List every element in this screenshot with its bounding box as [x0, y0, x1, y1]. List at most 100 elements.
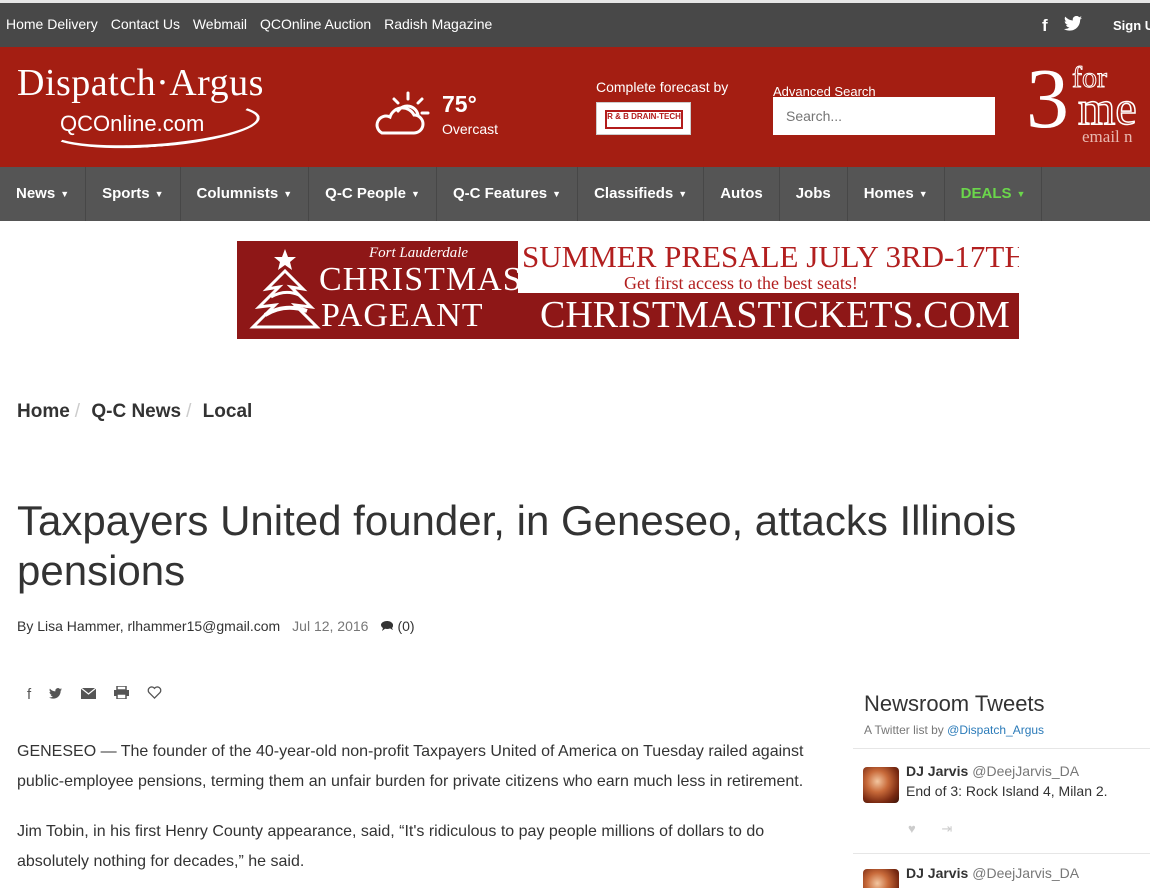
- christmas-tree-icon: [249, 249, 321, 329]
- ad-pageant: PAGEANT: [321, 297, 484, 334]
- ad-christmas: CHRISTMAS: [319, 261, 523, 298]
- comments-icon: [381, 621, 394, 631]
- tweets-subtitle-prefix: A Twitter list by: [864, 723, 944, 737]
- article-headline: Taxpayers United founder, in Geneseo, at…: [17, 497, 1017, 594]
- nav-qc-people[interactable]: Q-C People ▼: [309, 167, 437, 221]
- forecast-sponsor-logo[interactable]: R & B DRAIN-TECH: [596, 102, 691, 135]
- site-logo-title[interactable]: Dispatch·Argus: [17, 61, 264, 105]
- tweet-author-handle: @DeejJarvis_DA: [972, 865, 1080, 881]
- nav-label: Autos: [720, 185, 763, 202]
- nav-label: Jobs: [795, 185, 831, 202]
- nav-sports[interactable]: Sports ▼: [86, 167, 181, 221]
- forecast-sponsor-name: R & B DRAIN-TECH: [605, 110, 683, 129]
- promo-number[interactable]: 3: [1026, 55, 1069, 141]
- utility-bar: Home Delivery Contact Us Webmail QCOnlin…: [0, 0, 1150, 47]
- nav-label: Q-C Features: [452, 185, 548, 202]
- nav-label: DEALS: [960, 185, 1012, 202]
- utility-links: Home Delivery Contact Us Webmail QCOnlin…: [6, 16, 501, 32]
- caret-down-icon: ▼: [283, 189, 293, 199]
- link-webmail[interactable]: Webmail: [193, 16, 247, 32]
- comments-link[interactable]: (0): [380, 618, 415, 634]
- publish-date: Jul 12, 2016: [292, 618, 369, 634]
- avatar[interactable]: [863, 767, 899, 803]
- breadcrumb: Home / Q-C News / Local: [17, 401, 252, 423]
- author[interactable]: By Lisa Hammer, rlhammer15@gmail.com: [17, 618, 280, 634]
- twitter-list-owner-link[interactable]: @Dispatch_Argus: [947, 723, 1044, 737]
- signup-link[interactable]: Sign U: [1113, 18, 1150, 33]
- facebook-icon[interactable]: f: [1042, 16, 1048, 35]
- twitter-icon[interactable]: [1064, 15, 1083, 35]
- weather-condition: Overcast: [442, 121, 499, 137]
- caret-down-icon: ▼: [60, 189, 70, 199]
- link-contact-us[interactable]: Contact Us: [111, 16, 180, 32]
- article-paragraph: Jim Tobin, in his first Henry County app…: [17, 823, 765, 870]
- nav-label: Q-C People: [325, 185, 407, 202]
- divider: [853, 748, 1150, 749]
- ad-first-access: Get first access to the best seats!: [624, 273, 858, 293]
- tweet-author-handle: @DeejJarvis_DA: [972, 763, 1080, 779]
- nav-news[interactable]: News ▼: [0, 167, 87, 221]
- nav-label: Homes: [863, 185, 914, 202]
- search-input[interactable]: [773, 97, 995, 135]
- article-byline: By Lisa Hammer, rlhammer15@gmail.com Jul …: [17, 618, 415, 634]
- tweet-actions: ♥ ⇥: [908, 821, 974, 837]
- avatar[interactable]: [863, 869, 899, 888]
- breadcrumb-separator: /: [186, 401, 192, 422]
- breadcrumb-separator: /: [74, 401, 81, 422]
- tweet-author[interactable]: DJ Jarvis @DeejJarvis_DA: [906, 763, 1079, 779]
- comments-count: (0): [397, 618, 415, 634]
- nav-jobs[interactable]: Jobs: [780, 167, 848, 221]
- tweet-author-name: DJ Jarvis: [906, 865, 969, 881]
- main-nav: News ▼ Sports ▼ Columnists ▼ Q-C People ▼ Q-…: [0, 167, 1150, 221]
- nav-homes[interactable]: Homes ▼: [848, 167, 945, 221]
- nav-label: News: [16, 185, 56, 202]
- ad-site: CHRISTMASTICKETS.COM: [540, 294, 1010, 336]
- nav-qc-features[interactable]: Q-C Features ▼: [437, 167, 579, 221]
- print-icon[interactable]: [113, 685, 129, 703]
- heart-icon[interactable]: [147, 686, 162, 703]
- share-bar: f: [27, 685, 176, 703]
- banner-ad[interactable]: Fort Lauderdale CHRISTMAS PAGEANT SUMMER…: [237, 241, 1019, 339]
- tweet-text: End of 3: Rock Island 4, Milan 2.: [906, 783, 1108, 799]
- nav-columnists[interactable]: Columnists ▼: [181, 167, 310, 221]
- site-logo-subtitle[interactable]: QCOnline.com: [60, 111, 204, 137]
- nav-autos[interactable]: Autos: [704, 167, 780, 221]
- divider: [853, 853, 1150, 854]
- twitter-share-icon[interactable]: [49, 686, 63, 703]
- nav-deals[interactable]: DEALS ▼: [945, 167, 1043, 221]
- ad-presale: SUMMER PRESALE JULY 3RD-17TH: [522, 241, 1019, 274]
- nav-label: Sports: [102, 185, 150, 202]
- caret-down-icon: ▼: [411, 189, 420, 199]
- tweet-author[interactable]: DJ Jarvis @DeejJarvis_DA: [906, 865, 1079, 881]
- link-home-delivery[interactable]: Home Delivery: [6, 16, 98, 32]
- article-body: GENESEO — The founder of the 40-year-old…: [17, 737, 817, 888]
- link-auction[interactable]: QCOnline Auction: [260, 16, 371, 32]
- social-icons: f: [1042, 15, 1083, 36]
- nav-classifieds[interactable]: Classifieds ▼: [578, 167, 705, 221]
- like-icon[interactable]: ♥: [908, 821, 916, 836]
- caret-down-icon: ▼: [918, 189, 928, 199]
- promo-email: email n: [1082, 127, 1133, 146]
- breadcrumb-local[interactable]: Local: [203, 401, 253, 422]
- ad-location: Fort Lauderdale: [369, 245, 469, 261]
- newsroom-tweets: Newsroom Tweets A Twitter list by @Dispa…: [853, 688, 1150, 888]
- caret-down-icon: ▼: [552, 189, 562, 199]
- facebook-share-icon[interactable]: f: [27, 686, 31, 703]
- tweet-author-name: DJ Jarvis: [906, 763, 969, 779]
- site-header: Dispatch·Argus QCOnline.com 75° Overcast…: [0, 47, 1150, 167]
- email-share-icon[interactable]: [80, 686, 96, 703]
- breadcrumb-qc-news[interactable]: Q-C News: [91, 401, 181, 422]
- article-paragraph: GENESEO — The founder of the 40-year-old…: [17, 743, 804, 790]
- weather-temperature: 75°: [442, 91, 477, 117]
- caret-down-icon: ▼: [1016, 189, 1026, 199]
- share-icon[interactable]: ⇥: [941, 821, 952, 836]
- caret-down-icon: ▼: [678, 189, 688, 199]
- forecast-label[interactable]: Complete forecast by: [596, 79, 728, 95]
- caret-down-icon: ▼: [154, 189, 164, 199]
- nav-label: Classifieds: [594, 185, 674, 202]
- link-radish-magazine[interactable]: Radish Magazine: [384, 16, 492, 32]
- breadcrumb-home[interactable]: Home: [17, 401, 70, 422]
- tweets-title: Newsroom Tweets: [864, 691, 1045, 716]
- nav-label: Columnists: [196, 185, 279, 202]
- partly-cloudy-icon: [375, 91, 430, 135]
